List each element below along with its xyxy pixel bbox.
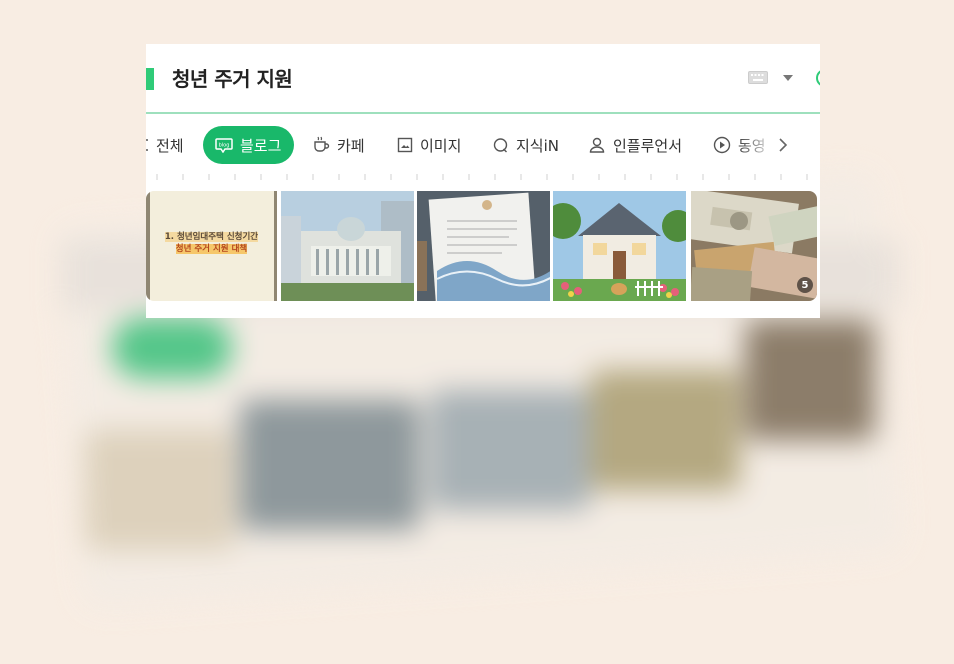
tab-blog-label: 블로그 <box>240 136 282 155</box>
tab-cafe-label: 카페 <box>337 136 365 155</box>
blurred-image <box>590 370 740 490</box>
search-results-card: 청년 주거 지원 전체 blog 블로그 카페 이미지 지식iN 인플루언서 1… <box>146 44 820 318</box>
blurred-image <box>430 390 590 510</box>
search-button-edge[interactable] <box>816 69 820 87</box>
tab-knowledge[interactable]: 지식iN <box>492 126 559 164</box>
image-count-badge: 5 <box>797 277 813 293</box>
thumbnail-2[interactable] <box>281 191 414 301</box>
blurred-pill <box>112 318 232 378</box>
play-icon <box>713 136 731 154</box>
tab-image[interactable]: 이미지 <box>397 126 461 164</box>
thumbnail-1-caption-line2: 청년 주거 지원 대책 <box>175 244 248 254</box>
tab-cafe[interactable]: 카페 <box>312 126 365 164</box>
tab-all[interactable]: 전체 <box>146 126 184 164</box>
blog-icon: blog <box>215 138 233 153</box>
blurred-image <box>745 320 875 440</box>
image-thumbnails: 1. 청년임대주택 신청기간 청년 주거 지원 대책 5 <box>146 191 820 301</box>
keyboard-icon[interactable] <box>748 71 768 84</box>
tab-blog[interactable]: blog 블로그 <box>203 126 295 164</box>
blurred-image <box>240 400 420 530</box>
tabs-fade <box>736 126 776 164</box>
person-icon <box>589 137 605 153</box>
svg-text:blog: blog <box>219 143 230 149</box>
thumbnail-4[interactable] <box>553 191 686 301</box>
search-accent-bar <box>146 68 154 90</box>
search-bar[interactable]: 청년 주거 지원 <box>146 44 820 114</box>
blurred-image <box>85 430 235 550</box>
thumbnail-5[interactable]: 5 <box>691 191 817 301</box>
image-icon <box>397 137 413 153</box>
tab-knowledge-label: 지식iN <box>516 136 559 155</box>
thumbnail-3[interactable] <box>417 191 550 301</box>
search-query[interactable]: 청년 주거 지원 <box>172 63 293 92</box>
tab-influencer[interactable]: 인플루언서 <box>588 126 682 164</box>
tab-image-label: 이미지 <box>420 136 462 155</box>
chevron-right-icon[interactable] <box>776 136 790 154</box>
search-tabs: 전체 blog 블로그 카페 이미지 지식iN 인플루언서 <box>146 126 820 164</box>
thumbnail-1-caption-line1: 1. 청년임대주택 신청기간 <box>164 232 259 242</box>
grid-icon <box>146 139 148 151</box>
thumbnail-1[interactable]: 1. 청년임대주택 신청기간 청년 주거 지원 대책 <box>146 191 277 301</box>
tab-influencer-label: 인플루언서 <box>613 136 683 155</box>
cafe-icon <box>314 136 330 152</box>
clipped-text-row <box>146 174 820 180</box>
dropdown-caret-icon[interactable] <box>783 75 793 81</box>
tab-all-label: 전체 <box>156 136 184 155</box>
knowledge-icon <box>493 137 508 152</box>
